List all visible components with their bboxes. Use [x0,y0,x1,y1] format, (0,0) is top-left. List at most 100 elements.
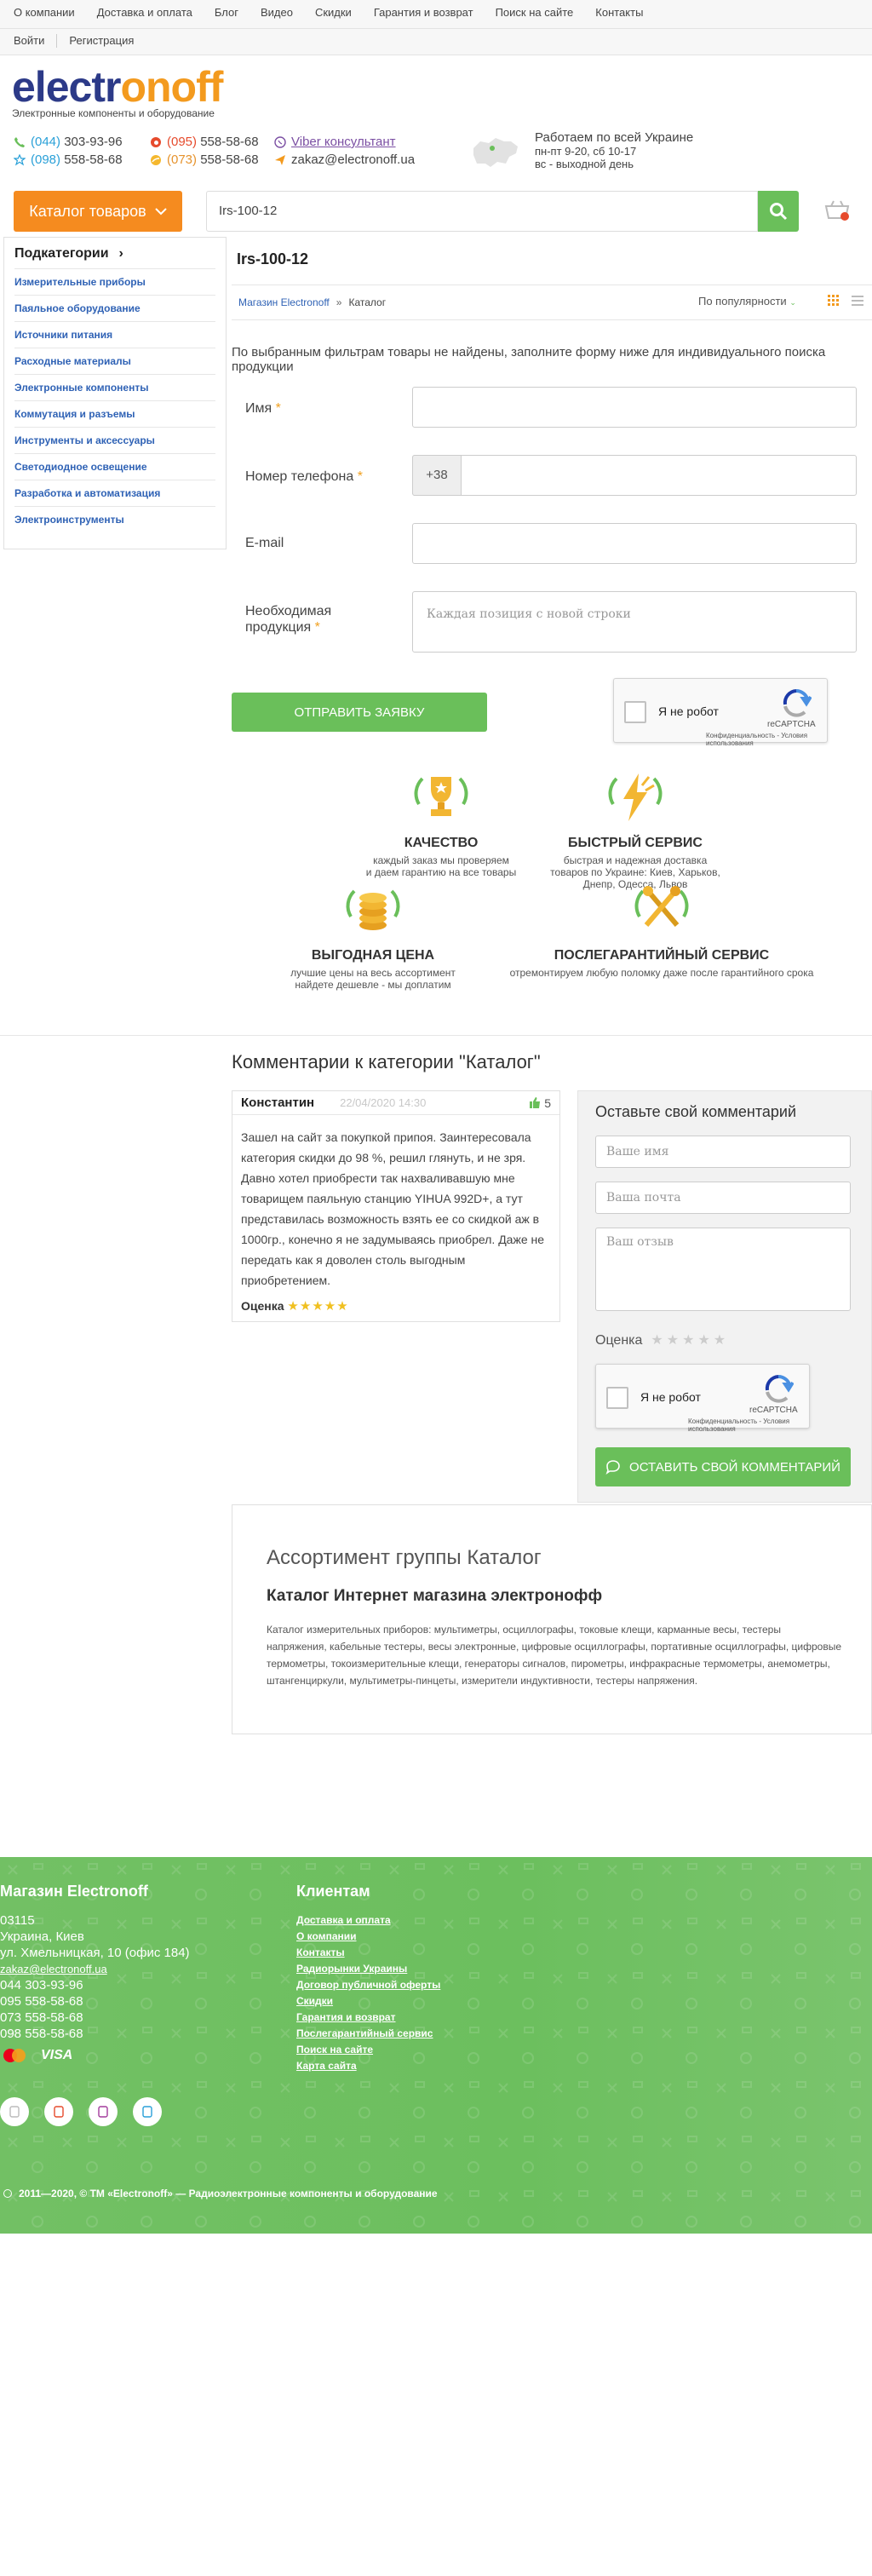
phone-label: Номер телефона * [245,469,363,485]
leave-comment-panel: Оставьте свой комментарий Ваше имя Ваша … [577,1090,872,1503]
footer-link[interactable]: Контакты [296,1945,440,1961]
footer-phone[interactable]: 095 558-58-68 [0,1993,190,2010]
footer-link[interactable]: Доставка и оплата [296,1912,440,1929]
footer-link[interactable]: Договор публичной оферты [296,1977,440,1993]
search-button[interactable] [758,191,799,232]
working-hours: Работаем по всей Украине пн-пт 9-20, сб … [535,131,693,171]
sidebar-item-led[interactable]: Светодиодное освещение [14,453,215,480]
list-view-icon[interactable] [852,295,863,307]
breadcrumb: Магазин Electronoff » Каталог [238,296,386,308]
divider [0,1035,872,1036]
phone-field[interactable] [412,455,857,496]
comment-review-textarea[interactable]: Ваш отзыв [595,1228,851,1311]
sidebar-title-label: Подкатегории [14,246,109,261]
send-request-button[interactable]: ОТПРАВИТЬ ЗАЯВКУ [232,693,487,732]
footer-link[interactable]: Карта сайта [296,2058,440,2074]
footer-link[interactable]: Послегарантийный сервис [296,2026,440,2042]
sidebar-item-automation[interactable]: Разработка и автоматизация [14,480,215,506]
phone-number[interactable]: 558-58-68 [64,152,122,167]
comment-name-input[interactable]: Ваше имя [595,1136,851,1168]
required-mark: * [275,401,281,416]
catalog-button[interactable]: Каталог товаров [14,191,182,232]
footer-link[interactable]: Скидки [296,1993,440,2010]
site-logo[interactable]: electronoff Электронные компоненты и обо… [12,65,223,119]
youtube-icon[interactable] [44,2097,73,2126]
star-rating-input-icon[interactable]: ★★★★★ [651,1333,729,1348]
viber-icon [274,136,286,148]
sidebar-title[interactable]: Подкатегории › [4,238,226,268]
search-input[interactable]: Irs-100-12 [206,191,758,232]
footer-shop-title: Магазин Electronoff [0,1883,148,1900]
footer-link[interactable]: Гарантия и возврат [296,2010,440,2026]
topnav-delivery[interactable]: Доставка и оплата [97,6,192,19]
recaptcha-widget: Я не робот reCAPTCHA Конфиденциальность … [595,1364,810,1433]
phone-number[interactable]: 558-58-68 [200,135,258,149]
facebook-icon[interactable] [0,2097,29,2126]
comment-likes[interactable]: 5 [529,1096,551,1110]
feature-desc: товаров по Украине: Киев, Харьков, [550,866,720,878]
sidebar-item-connectors[interactable]: Коммутация и разъемы [14,400,215,427]
leave-comment-title: Оставьте свой комментарий [595,1103,797,1120]
topnav-warranty[interactable]: Гарантия и возврат [374,6,473,19]
topnav-contacts[interactable]: Контакты [595,6,643,19]
recaptcha-privacy: Конфиденциальность - Условия использован… [706,732,808,747]
comment-email-input[interactable]: Ваша почта [595,1182,851,1214]
sidebar-item-consumables[interactable]: Расходные материалы [14,348,215,374]
viber-link[interactable]: Viber консультант [291,135,396,149]
topnav-discounts[interactable]: Скидки [315,6,352,19]
instagram-icon[interactable] [89,2097,118,2126]
sidebar-item-measuring[interactable]: Измерительные приборы [14,268,215,295]
phone-number[interactable]: 558-58-68 [200,152,258,167]
topnav-blog[interactable]: Блог [215,6,238,19]
email-field[interactable] [412,523,857,564]
name-field[interactable] [412,387,857,428]
top-nav: О компании Доставка и оплата Блог Видео … [14,6,665,19]
telegram-icon[interactable] [133,2097,162,2126]
footer-phone[interactable]: 044 303-93-96 [0,1977,190,1993]
register-link[interactable]: Регистрация [69,34,134,48]
no-results-notice: По выбранным фильтрам товары не найдены,… [232,345,826,374]
footer-email[interactable]: zakaz@electronoff.ua [0,1961,190,1977]
submit-comment-button[interactable]: ОСТАВИТЬ СВОЙ КОММЕНТАРИЙ [595,1447,851,1486]
login-link[interactable]: Войти [14,34,44,48]
name-label-text: Имя [245,401,272,416]
name-label: Имя * [245,400,281,417]
recaptcha-checkbox[interactable] [624,701,646,723]
topnav-about[interactable]: О компании [14,6,75,19]
sidebar-item-power-tools[interactable]: Электроинструменты [14,506,215,532]
kyivstar-icon [14,154,26,166]
sidebar-item-tools[interactable]: Инструменты и аксессуары [14,427,215,453]
footer-phone[interactable]: 073 558-58-68 [0,2010,190,2026]
breadcrumb-separator: » [336,296,342,308]
logo-tagline: Электронные компоненты и оборудование [12,107,215,119]
phone-code[interactable]: (098) [31,152,60,167]
sidebar-item-components[interactable]: Электронные компоненты [14,374,215,400]
assortment-block: Ассортимент группы Каталог Каталог Интер… [232,1504,872,1734]
phone-code[interactable]: (095) [167,135,197,149]
sort-select[interactable]: По популярности ⌄ [698,295,796,308]
recaptcha-checkbox[interactable] [606,1387,628,1409]
auth-links: Войти Регистрация [14,34,134,48]
sidebar-item-soldering[interactable]: Паяльное оборудование [14,295,215,321]
footer-link[interactable]: Радиорынки Украины [296,1961,440,1977]
phone-code[interactable]: (073) [167,152,197,167]
phone-code[interactable]: (044) [31,135,60,149]
star-rating-icon: ★★★★★ [287,1299,349,1314]
footer-link[interactable]: Поиск на сайте [296,2042,440,2058]
phones-col-2: (095) 558-58-68 (073) 558-58-68 [150,135,259,167]
phone-number[interactable]: 303-93-96 [64,135,122,149]
email-link[interactable]: zakaz@electronoff.ua [291,152,415,167]
recaptcha-privacy: Конфиденциальность - Условия использован… [688,1417,790,1433]
footer-link[interactable]: О компании [296,1929,440,1945]
comment-score: Оценка ★★★★★ [595,1331,729,1348]
comment-rating: Оценка ★★★★★ [241,1298,349,1314]
ukraine-map-icon [473,138,518,167]
grid-view-icon[interactable] [828,295,840,307]
cart-icon[interactable] [823,198,852,227]
product-textarea[interactable]: Каждая позиция с новой строки [412,591,857,653]
sidebar-item-power[interactable]: Источники питания [14,321,215,348]
breadcrumb-home[interactable]: Магазин Electronoff [238,296,330,308]
topnav-video[interactable]: Видео [261,6,293,19]
topnav-search[interactable]: Поиск на сайте [496,6,574,19]
footer-phone[interactable]: 098 558-58-68 [0,2026,190,2042]
